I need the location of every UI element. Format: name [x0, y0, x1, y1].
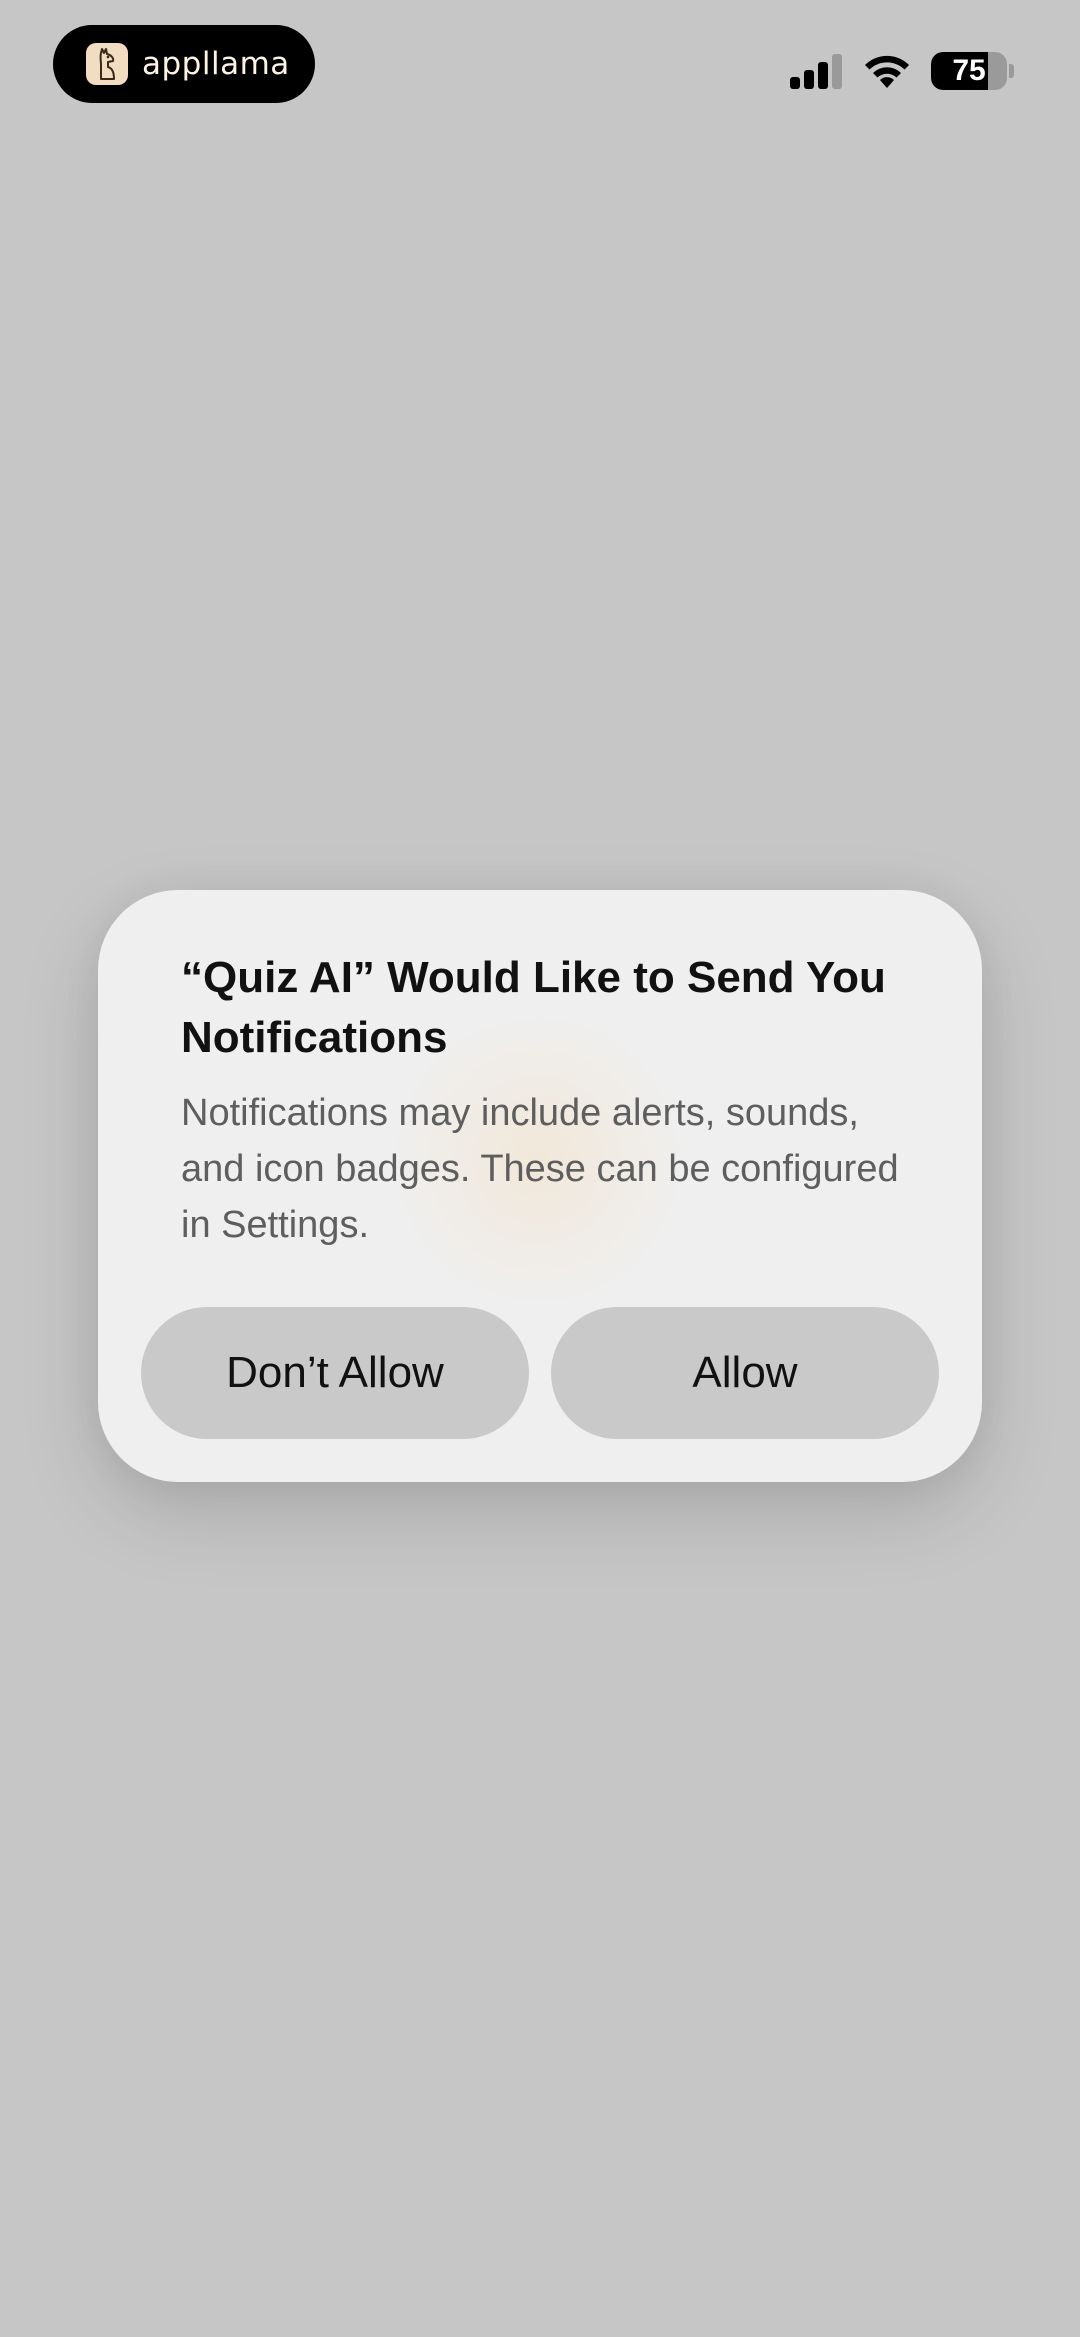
notification-permission-alert: “Quiz AI” Would Like to Send You Notific…: [98, 890, 982, 1482]
brand-badge: appllama: [53, 25, 315, 103]
status-bar: appllama 75: [0, 0, 1080, 130]
wifi-icon: [865, 55, 909, 88]
battery-cap: [1009, 64, 1014, 78]
cellular-signal-icon: [790, 54, 844, 89]
alert-message: Notifications may include alerts, sounds…: [181, 1092, 899, 1246]
dont-allow-button[interactable]: Don’t Allow: [141, 1307, 529, 1439]
battery-level-text: 75: [952, 54, 986, 87]
alert-title: “Quiz AI” Would Like to Send You Notific…: [181, 953, 886, 1062]
llama-icon: [86, 43, 128, 85]
allow-button[interactable]: Allow: [551, 1307, 939, 1439]
battery-icon: 75: [931, 52, 1007, 90]
brand-name: appllama: [142, 46, 290, 82]
